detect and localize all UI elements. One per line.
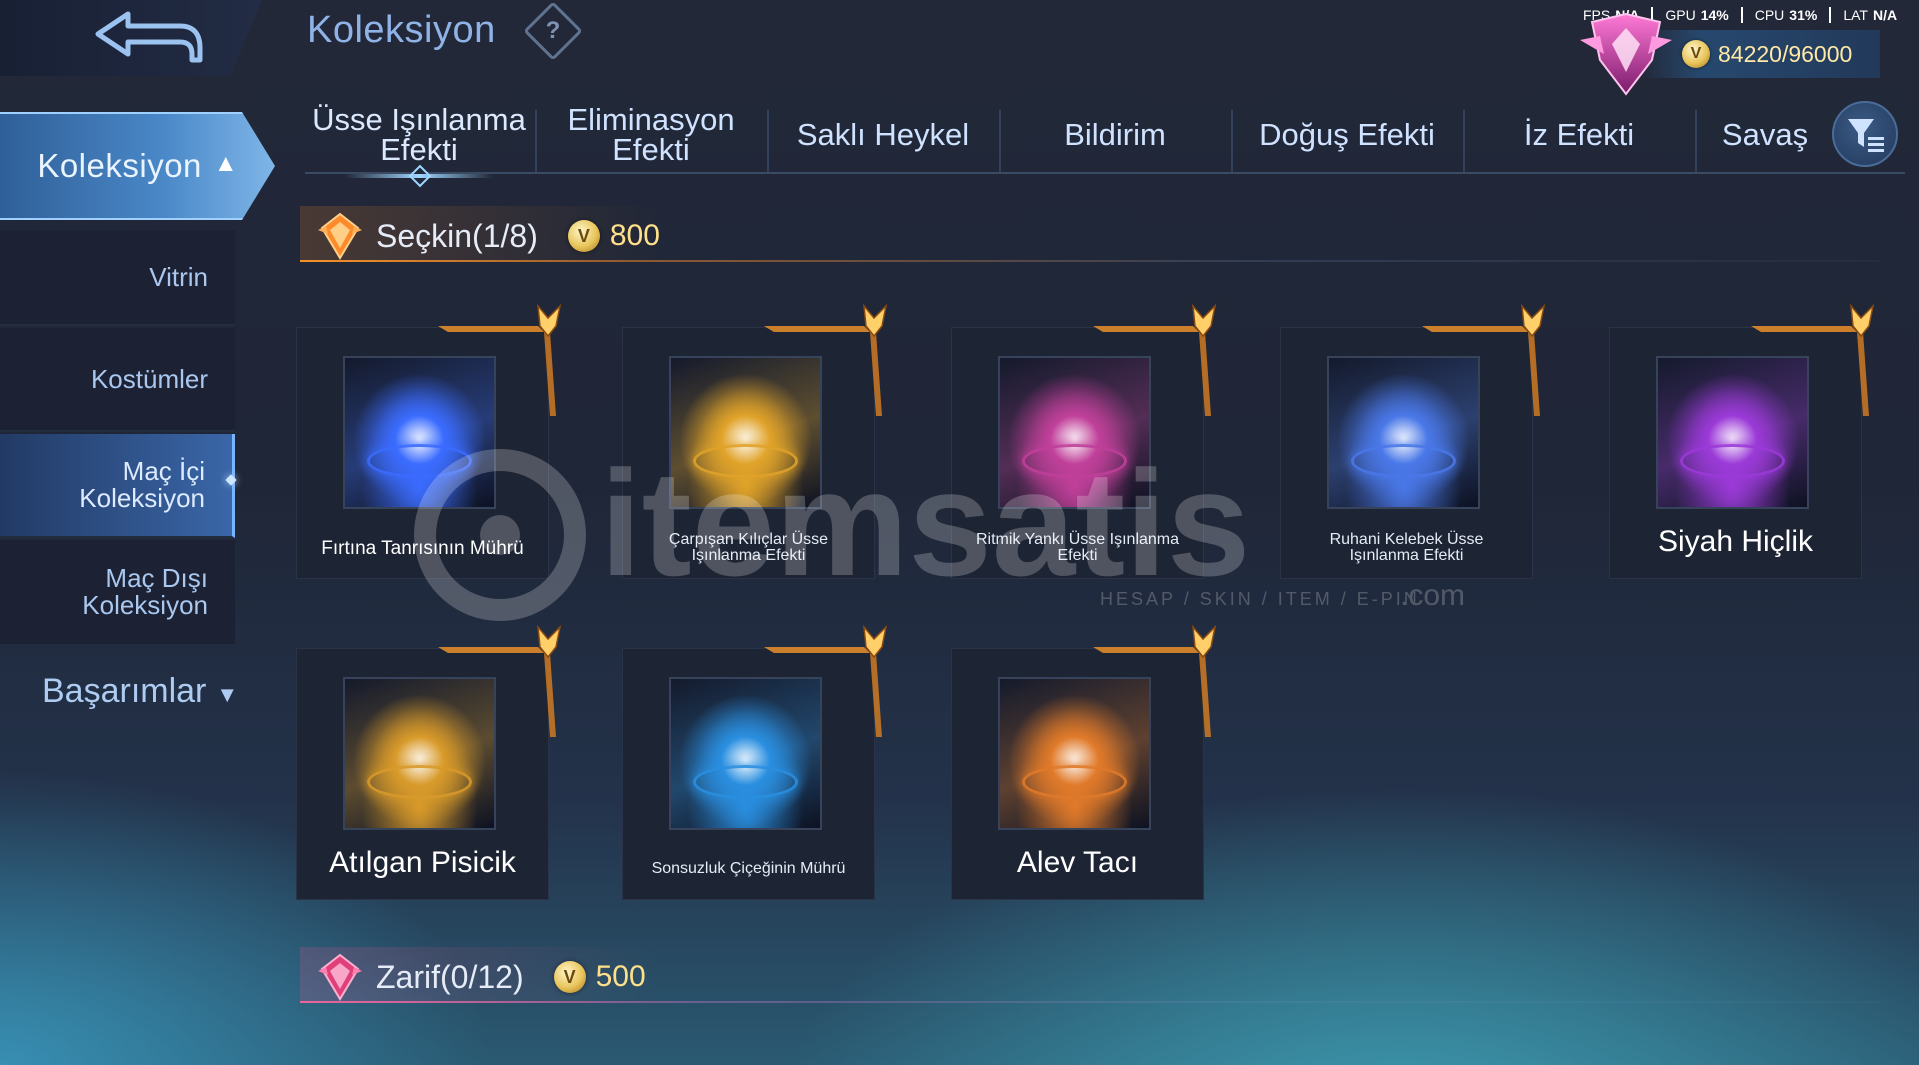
filter-icon xyxy=(1848,119,1884,152)
effect-thumbnail xyxy=(669,677,822,830)
sidebar-item-mac-ici-koleksiyon[interactable]: Maç İçi Koleksiyon xyxy=(0,434,235,538)
effect-thumbnail xyxy=(669,356,822,509)
sidebar-item-basarimlar[interactable]: Başarımlar ▼ xyxy=(42,672,238,711)
effect-thumbnail xyxy=(1327,356,1480,509)
effect-ring xyxy=(367,765,472,799)
effect-thumbnail xyxy=(998,356,1151,509)
stat-lat: LAT N/A xyxy=(1829,7,1909,23)
card-title: Siyah Hiçlik xyxy=(1657,525,1814,558)
collection-card[interactable]: Sonsuzluk Çiçeğinin Mührü xyxy=(622,624,888,900)
gem-icon xyxy=(318,212,362,260)
watermark-tagline: HESAP / SKIN / ITEM / E-PIN xyxy=(1100,589,1420,609)
tab-iz-efekti[interactable]: İz Efekti xyxy=(1465,96,1693,174)
section-price: 500 xyxy=(595,960,646,993)
coin-icon: V xyxy=(567,220,600,252)
tab-dogus-efekti[interactable]: Doğuş Efekti xyxy=(1233,96,1461,174)
effect-thumbnail xyxy=(1656,356,1809,509)
chevron-down-icon: ▼ xyxy=(216,682,239,707)
effect-thumbnail xyxy=(343,677,496,830)
section-title: Zarif(0/12) xyxy=(376,958,524,995)
gem-icon xyxy=(318,953,362,1001)
section-title: Seçkin(1/8) xyxy=(376,217,538,254)
effect-ring xyxy=(367,444,472,478)
rank-badge-icon xyxy=(1580,12,1672,96)
effect-ring xyxy=(1680,444,1785,478)
sidebar-item-vitrin[interactable]: Vitrin xyxy=(0,230,235,326)
question-mark-glyph: ? xyxy=(545,17,561,44)
collection-card[interactable]: Atılgan Pisicik xyxy=(296,624,562,900)
card-title: Atılgan Pisicik xyxy=(329,846,516,879)
effect-thumbnail xyxy=(343,356,496,509)
tab-bildirim[interactable]: Bildirim xyxy=(1001,96,1229,174)
stat-cpu: CPU 31% xyxy=(1740,7,1830,23)
tab-eliminasyon-efekti[interactable]: Eliminasyon Efekti xyxy=(537,96,765,174)
section-header-zarif: Zarif(0/12) V 500 xyxy=(300,947,1880,1007)
sidebar-active-label: Koleksiyon xyxy=(37,147,202,184)
effect-thumbnail xyxy=(998,677,1151,830)
help-icon[interactable]: ? xyxy=(523,1,583,61)
collection-card[interactable]: Ruhani Kelebek Üsse Işınlanma Efekti xyxy=(1280,303,1546,579)
tab-sakli-heykel[interactable]: Saklı Heykel xyxy=(769,96,997,174)
sidebar-item-kostumler[interactable]: Kostümler xyxy=(0,328,235,432)
chevron-up-icon: ▲ xyxy=(213,150,238,177)
card-title: Ritmik Yankı Üsse Işınlanma Efekti xyxy=(975,531,1180,564)
collection-card[interactable]: Fırtına Tanrısının Mührü xyxy=(296,303,562,579)
tab-usse-isinlanma-efekti[interactable]: Üsse Işınlanma Efekti xyxy=(305,96,533,178)
coin-icon: V xyxy=(553,961,586,993)
card-title: Ruhani Kelebek Üsse Işınlanma Efekti xyxy=(1329,531,1484,564)
page-title: Koleksiyon xyxy=(307,9,496,51)
sidebar: Koleksiyon ▲ Vitrin Kostümler Maç İçi Kol… xyxy=(0,76,275,1065)
watermark-suffix: .com xyxy=(1400,579,1465,612)
collection-card[interactable]: Alev Tacı xyxy=(951,624,1217,900)
category-tabs: Üsse Işınlanma Efekti Eliminasyon Efekti S… xyxy=(305,96,1905,178)
effect-ring xyxy=(693,765,798,799)
effect-ring xyxy=(1351,444,1456,478)
card-title: Çarpışan Kılıçlar Üsse Işınlanma Efekti xyxy=(668,531,829,564)
back-button[interactable] xyxy=(0,0,262,76)
currency-amount: 84220/96000 xyxy=(1718,40,1853,67)
section-price: 800 xyxy=(609,219,660,252)
collection-card[interactable]: Çarpışan Kılıçlar Üsse Işınlanma Efekti xyxy=(622,303,888,579)
collection-card[interactable]: Ritmik Yankı Üsse Işınlanma Efekti xyxy=(951,303,1217,579)
collection-card[interactable]: Siyah Hiçlik xyxy=(1609,303,1875,579)
game-collection-screen: { "header": { "title": "Koleksiyon", "he… xyxy=(0,0,1919,1065)
back-arrow-icon xyxy=(95,11,203,63)
card-title: Fırtına Tanrısının Mührü xyxy=(321,537,524,559)
card-title: Sonsuzluk Çiçeğinin Mührü xyxy=(651,860,846,877)
filter-button[interactable] xyxy=(1832,101,1898,167)
coin-icon: V xyxy=(1682,40,1710,68)
effect-ring xyxy=(1022,444,1127,478)
effect-ring xyxy=(1022,765,1127,799)
section-header-seckin: Seçkin(1/8) V 800 xyxy=(300,206,1880,266)
sidebar-item-koleksiyon[interactable]: Koleksiyon ▲ xyxy=(0,112,275,220)
card-title: Alev Tacı xyxy=(1016,846,1139,879)
effect-ring xyxy=(693,444,798,478)
sidebar-item-mac-disi-koleksiyon[interactable]: Maç Dışı Koleksiyon xyxy=(0,540,235,644)
